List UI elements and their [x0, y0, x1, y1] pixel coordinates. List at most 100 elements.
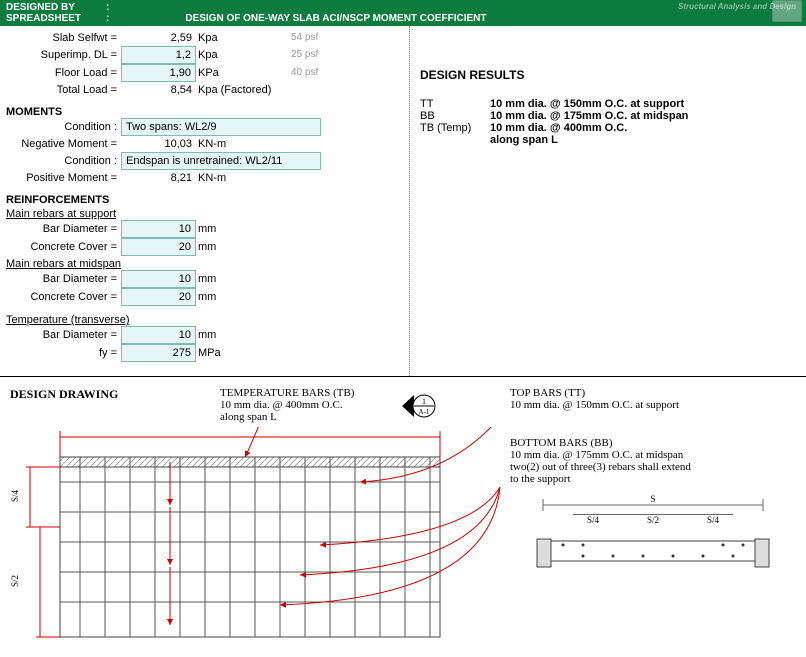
spreadsheet-title: DESIGN OF ONE-WAY SLAB ACI/NSCP MOMENT C…: [115, 13, 486, 24]
pos-moment-unit: KN-m: [196, 170, 291, 186]
slab-plan-drawing: S/4 S/2: [10, 427, 510, 647]
spreadsheet-label: SPREADSHEET: [6, 13, 106, 24]
slab-selfwt-psf: 54 psf: [291, 30, 318, 46]
bar-dia-support-label: Bar Diameter =: [6, 221, 121, 237]
rebars-midspan-title: Main rebars at midspan: [6, 258, 403, 270]
section-tag-icon: 1 A-1: [400, 391, 436, 421]
tt-line1: 10 mm dia. @ 150mm O.C. at support: [510, 399, 796, 411]
load-row: Floor Load = 1,90 KPa 40 psf: [6, 64, 403, 82]
superimp-dl-unit: Kpa: [196, 47, 291, 63]
section-dimension: S S/4 S/2 S/4: [510, 493, 796, 584]
fy-input[interactable]: 275: [121, 344, 196, 362]
condition1-label: Condition :: [6, 119, 121, 135]
cover-midspan-input[interactable]: 20: [121, 288, 196, 306]
section-tag: 1 A-1: [400, 391, 436, 424]
tb-key: TB (Temp): [420, 122, 490, 134]
svg-text:S: S: [650, 494, 655, 504]
bb-line3: to the support: [510, 473, 796, 485]
design-drawing-title: DESIGN DRAWING: [10, 387, 118, 401]
tb-title: TEMPERATURE BARS (TB): [220, 387, 390, 399]
bar-dia-temp-unit: mm: [196, 327, 291, 343]
moment-row: Positive Moment = 8,21 KN-m: [6, 170, 403, 186]
floor-load-psf: 40 psf: [291, 65, 318, 81]
rein-row: Concrete Cover = 20 mm: [6, 288, 403, 306]
bb-key: BB: [420, 110, 490, 122]
load-row: Total Load = 8,54 Kpa (Factored): [6, 82, 403, 98]
temperature-title: Temperature (transverse): [6, 314, 403, 326]
result-row: TT10 mm dia. @ 150mm O.C. at support: [420, 98, 796, 110]
slab-selfwt-unit: Kpa: [196, 30, 291, 46]
slab-selfwt-label: Slab Selfwt =: [6, 30, 121, 46]
results-title: DESIGN RESULTS: [420, 68, 796, 82]
sdim-b: S/2: [613, 514, 693, 525]
bb-line2: two(2) out of three(3) rebars shall exte…: [510, 461, 796, 473]
bar-dia-support-unit: mm: [196, 221, 291, 237]
bar-dia-midspan-unit: mm: [196, 271, 291, 287]
neg-moment-value: 10,03: [121, 136, 196, 152]
rein-row: Bar Diameter = 10 mm: [6, 326, 403, 344]
reinforcements-title: REINFORCEMENTS: [6, 194, 403, 206]
slab-section-drawing: [523, 531, 783, 581]
tt-value: 10 mm dia. @ 150mm O.C. at support: [490, 98, 684, 110]
s-dimension-line: S: [523, 493, 783, 511]
rein-row: Concrete Cover = 20 mm: [6, 238, 403, 256]
watermark-text: Structural Analysis and Design: [678, 2, 796, 11]
result-row: along span L: [420, 134, 796, 146]
tb-value: 10 mm dia. @ 400mm O.C.: [490, 122, 627, 134]
svg-text:1: 1: [422, 397, 426, 406]
floor-load-label: Floor Load =: [6, 65, 121, 81]
bar-dia-temp-label: Bar Diameter =: [6, 327, 121, 343]
superimp-dl-input[interactable]: 1,2: [121, 46, 196, 64]
superimp-dl-psf: 25 psf: [291, 47, 318, 63]
result-row: TB (Temp)10 mm dia. @ 400mm O.C.: [420, 122, 796, 134]
condition2-select[interactable]: Endspan is unretrained: WL2/11: [121, 152, 321, 170]
floor-load-unit: KPa: [196, 65, 291, 81]
bb-title: BOTTOM BARS (BB): [510, 437, 796, 449]
header-bar: DESIGNED BY : SPREADSHEET : DESIGN OF ON…: [0, 0, 806, 26]
neg-moment-label: Negative Moment =: [6, 136, 121, 152]
sdim-a: S/4: [573, 514, 613, 525]
condition2-label: Condition :: [6, 153, 121, 169]
bb-line1: 10 mm dia. @ 175mm O.C. at midspan: [510, 449, 796, 461]
pos-moment-value: 8,21: [121, 170, 196, 186]
neg-moment-unit: KN-m: [196, 136, 291, 152]
cover-support-input[interactable]: 20: [121, 238, 196, 256]
bar-dia-midspan-input[interactable]: 10: [121, 270, 196, 288]
moment-row: Condition : Two spans: WL2/9: [6, 118, 403, 136]
slab-selfwt-value: 2,59: [121, 30, 196, 46]
condition1-select[interactable]: Two spans: WL2/9: [121, 118, 321, 136]
total-load-unit: Kpa (Factored): [196, 82, 291, 98]
rein-row: fy = 275 MPa: [6, 344, 403, 362]
sdim-c: S/4: [693, 514, 733, 525]
svg-text:S/4: S/4: [10, 489, 20, 502]
cover-midspan-label: Concrete Cover =: [6, 289, 121, 305]
results-panel: DESIGN RESULTS TT10 mm dia. @ 150mm O.C.…: [410, 26, 806, 376]
bar-dia-support-input[interactable]: 10: [121, 220, 196, 238]
cover-support-unit: mm: [196, 239, 291, 255]
tb-line2: along span L: [220, 411, 390, 423]
bar-dia-midspan-label: Bar Diameter =: [6, 271, 121, 287]
rebars-support-title: Main rebars at support: [6, 208, 403, 220]
moment-row: Condition : Endspan is unretrained: WL2/…: [6, 152, 403, 170]
fy-unit: MPa: [196, 345, 291, 361]
load-row: Superimp. DL = 1,2 Kpa 25 psf: [6, 46, 403, 64]
moment-row: Negative Moment = 10,03 KN-m: [6, 136, 403, 152]
cover-support-label: Concrete Cover =: [6, 239, 121, 255]
along-value: along span L: [490, 134, 558, 146]
svg-text:A-1: A-1: [419, 408, 430, 416]
tb-line1: 10 mm dia. @ 400mm O.C.: [220, 399, 390, 411]
tt-title: TOP BARS (TT): [510, 387, 796, 399]
pos-moment-label: Positive Moment =: [6, 170, 121, 186]
fy-label: fy =: [6, 345, 121, 361]
total-load-value: 8,54: [121, 82, 196, 98]
cover-midspan-unit: mm: [196, 289, 291, 305]
inputs-panel: Slab Selfwt = 2,59 Kpa 54 psf Superimp. …: [0, 26, 410, 376]
rein-row: Bar Diameter = 10 mm: [6, 270, 403, 288]
svg-text:S/2: S/2: [10, 575, 20, 587]
tt-key: TT: [420, 98, 490, 110]
bar-dia-temp-input[interactable]: 10: [121, 326, 196, 344]
design-drawing-section: DESIGN DRAWING TEMPERATURE BARS (TB) 10 …: [0, 377, 806, 657]
total-load-label: Total Load =: [6, 82, 121, 98]
bb-value: 10 mm dia. @ 175mm O.C. at midspan: [490, 110, 688, 122]
floor-load-input[interactable]: 1,90: [121, 64, 196, 82]
